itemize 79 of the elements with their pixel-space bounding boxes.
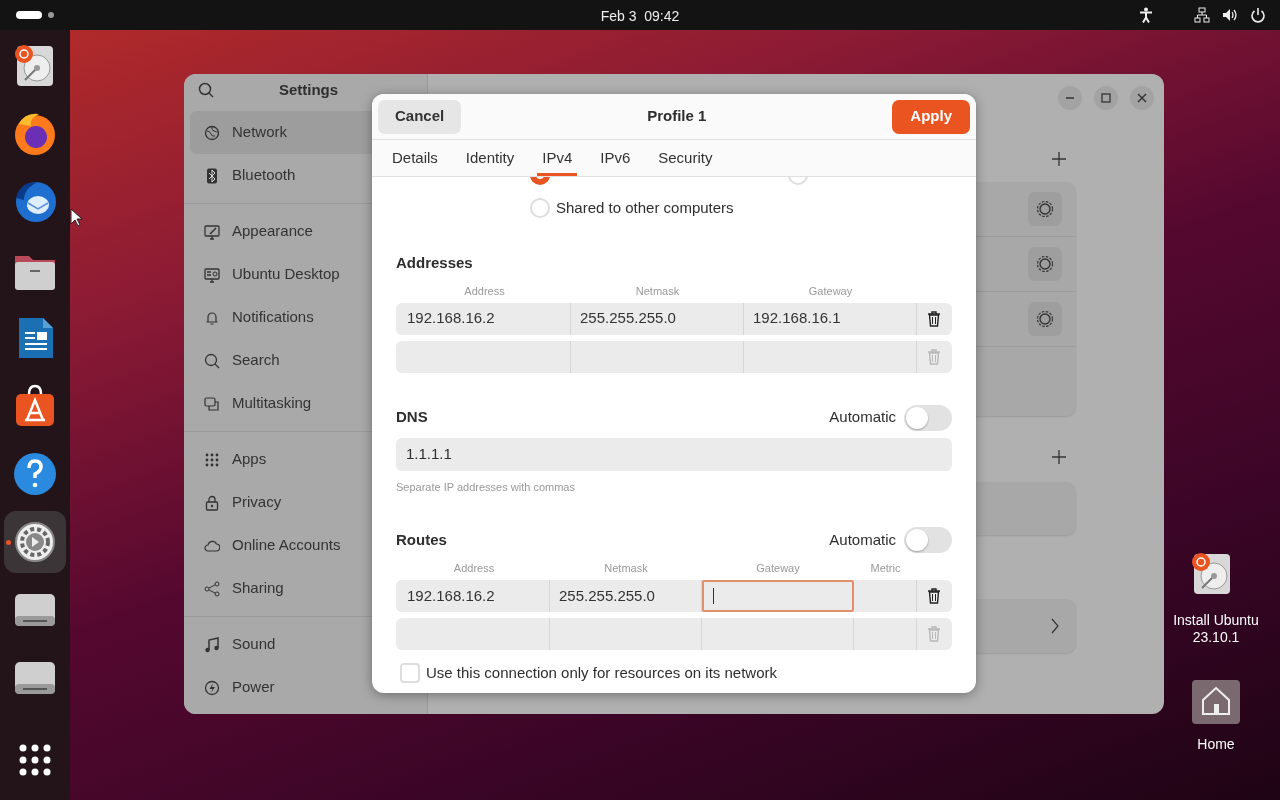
workspace-indicator[interactable]	[16, 8, 56, 22]
toggle-switch[interactable]	[904, 527, 952, 553]
settings-button[interactable]	[1028, 247, 1062, 281]
sidebar-item[interactable]: Search	[190, 339, 421, 382]
section-heading: DNS	[396, 407, 428, 428]
input-field[interactable]: 192.168.16.2	[398, 580, 550, 612]
gear-icon	[1036, 200, 1054, 218]
input-field[interactable]: 192.168.16.1	[744, 302, 917, 335]
checkbox-label: Use this connection only for resources on its network	[426, 663, 777, 683]
minimize-button[interactable]	[1058, 86, 1082, 110]
toggle-label: Automatic	[829, 407, 896, 428]
bluetooth-icon	[204, 167, 220, 184]
tab[interactable]: IPv6	[586, 140, 645, 176]
share-icon	[204, 580, 220, 597]
input-field[interactable]: 1.1.1.1	[396, 437, 952, 471]
tab[interactable]: IPv4	[528, 140, 587, 176]
add-icon[interactable]	[1052, 450, 1066, 464]
icon-label[interactable]: Install Ubuntu 23.10.1	[1166, 612, 1266, 646]
bell-icon	[204, 309, 220, 326]
monitor-icon	[204, 266, 220, 283]
globe-icon	[204, 124, 220, 141]
tab[interactable]: Identity	[451, 140, 529, 176]
apply-button[interactable]: Apply	[892, 99, 970, 134]
icon-label[interactable]: Home	[1166, 735, 1266, 753]
help-icon[interactable]	[11, 450, 59, 498]
gear-icon	[1036, 310, 1054, 328]
column-label: Gateway	[807, 283, 854, 299]
grid-icon	[204, 451, 220, 468]
column-label: Netmask	[603, 561, 649, 576]
column-label: Address	[452, 561, 496, 576]
sidebar-item[interactable]: Sound	[190, 623, 421, 666]
search-icon[interactable]	[198, 82, 214, 98]
monitor-brush-icon	[204, 223, 220, 240]
accessibility-icon[interactable]	[1138, 7, 1154, 23]
checkbox[interactable]	[400, 663, 420, 684]
toggle-label: Automatic	[829, 529, 896, 550]
settings-button[interactable]	[1028, 302, 1062, 336]
close-icon	[1136, 92, 1148, 104]
power-icon[interactable]	[1250, 7, 1266, 23]
maximize-icon	[1100, 92, 1112, 104]
trash-icon	[927, 310, 941, 327]
input-field[interactable]	[702, 580, 854, 612]
radio-label: Shared to other computers	[556, 197, 734, 218]
clock[interactable]: Feb 3 09:42	[600, 6, 680, 27]
trash-icon	[927, 626, 941, 642]
section-heading: Routes	[396, 529, 447, 550]
column-label: Gateway	[755, 561, 801, 576]
cancel-button[interactable]: Cancel	[378, 99, 462, 134]
pointer-icon	[70, 208, 84, 228]
sidebar-item[interactable]: Appearance	[190, 210, 421, 253]
input-field[interactable]: 255.255.255.0	[571, 302, 744, 335]
hint-text: Separate IP addresses with commas	[396, 479, 576, 495]
section-heading: Addresses	[396, 253, 474, 273]
toggle-switch[interactable]	[904, 404, 952, 431]
volume-icon[interactable]	[1222, 7, 1238, 23]
chevron-right-icon	[1050, 618, 1060, 634]
sidebar-item[interactable]: Power	[190, 666, 421, 709]
power-icon	[204, 679, 220, 696]
settings-button[interactable]	[1028, 192, 1062, 226]
lock-icon	[204, 494, 220, 511]
windows-icon	[204, 395, 220, 412]
add-icon[interactable]	[1052, 152, 1066, 166]
tab[interactable]: Security	[644, 140, 727, 176]
input-field[interactable]: 192.168.16.2	[398, 302, 571, 335]
music-note-icon	[204, 636, 220, 653]
column-label: Metric	[869, 561, 902, 576]
input-field[interactable]: 255.255.255.0	[550, 580, 702, 612]
dialog-title: Profile 1	[646, 106, 708, 127]
search-icon	[204, 352, 220, 369]
close-button[interactable]	[1130, 86, 1154, 110]
trash-icon	[927, 588, 941, 604]
maximize-button[interactable]	[1094, 86, 1118, 110]
gear-icon	[1036, 255, 1054, 273]
column-label: Address	[463, 283, 506, 299]
network-icon[interactable]	[1194, 7, 1210, 23]
running-indicator	[6, 540, 11, 545]
window-title: Settings	[277, 79, 340, 100]
trash-icon	[927, 348, 941, 365]
column-label: Netmask	[634, 283, 681, 299]
